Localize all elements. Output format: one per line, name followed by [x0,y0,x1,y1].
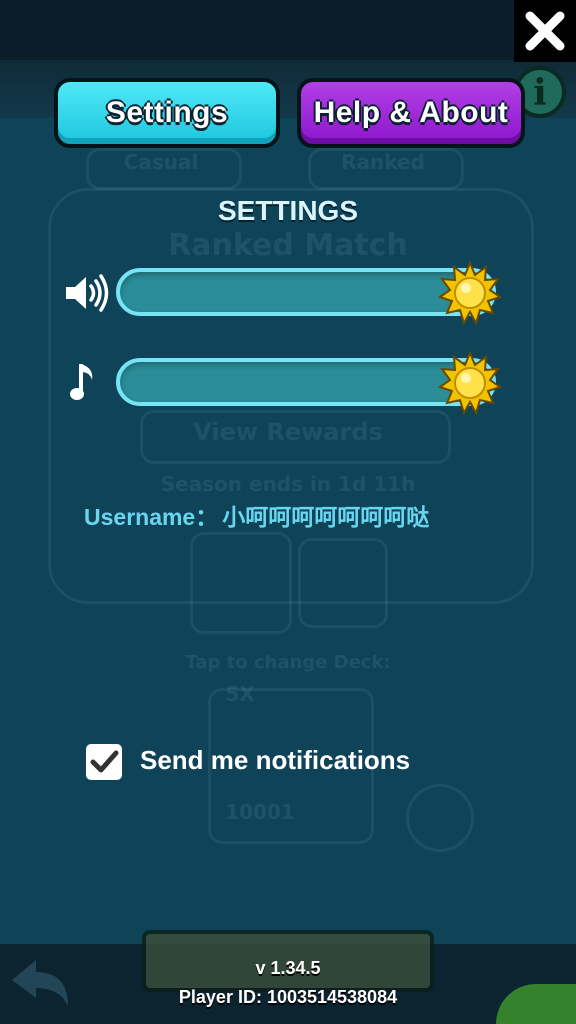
username-label: Username： [84,504,219,530]
tab-help-about[interactable]: Help & About [297,78,525,148]
ghost-plant-deck [190,532,292,634]
speaker-icon [66,274,109,312]
sun-icon[interactable] [438,351,502,415]
checkmark-icon [90,750,119,773]
music-note-icon [70,364,93,400]
notifications-checkbox[interactable] [86,744,122,780]
ghost-ranked-label: Ranked [341,150,425,174]
ghost-edit-button [406,784,474,852]
username-row: Username： 小呵呵呵呵呵呵呵哒 [84,498,429,532]
ghost-ranked-match: Ranked Match [168,228,408,263]
ghost-tap-change: Tap to change Deck: [185,652,391,673]
ghost-view-rewards-label: View Rewards [193,418,383,446]
ghost-season-ends: Season ends in 1d 11h [160,472,416,496]
ghost-casual-label: Casual [123,150,199,174]
tab-settings[interactable]: Settings [54,78,280,148]
ghost-zombie-deck [298,538,388,628]
close-icon [525,11,565,51]
username-value: 小呵呵呵呵呵呵呵哒 [222,504,430,530]
ghost-points: 10001 [225,800,295,824]
close-button[interactable] [514,0,576,62]
settings-title: SETTINGS [217,195,358,226]
version-label: v 1.34.5 [255,958,321,978]
sun-icon[interactable] [438,261,502,325]
player-id-label: Player ID: 1003514538084 [178,987,398,1007]
notifications-label[interactable]: Send me notifications [140,745,410,776]
